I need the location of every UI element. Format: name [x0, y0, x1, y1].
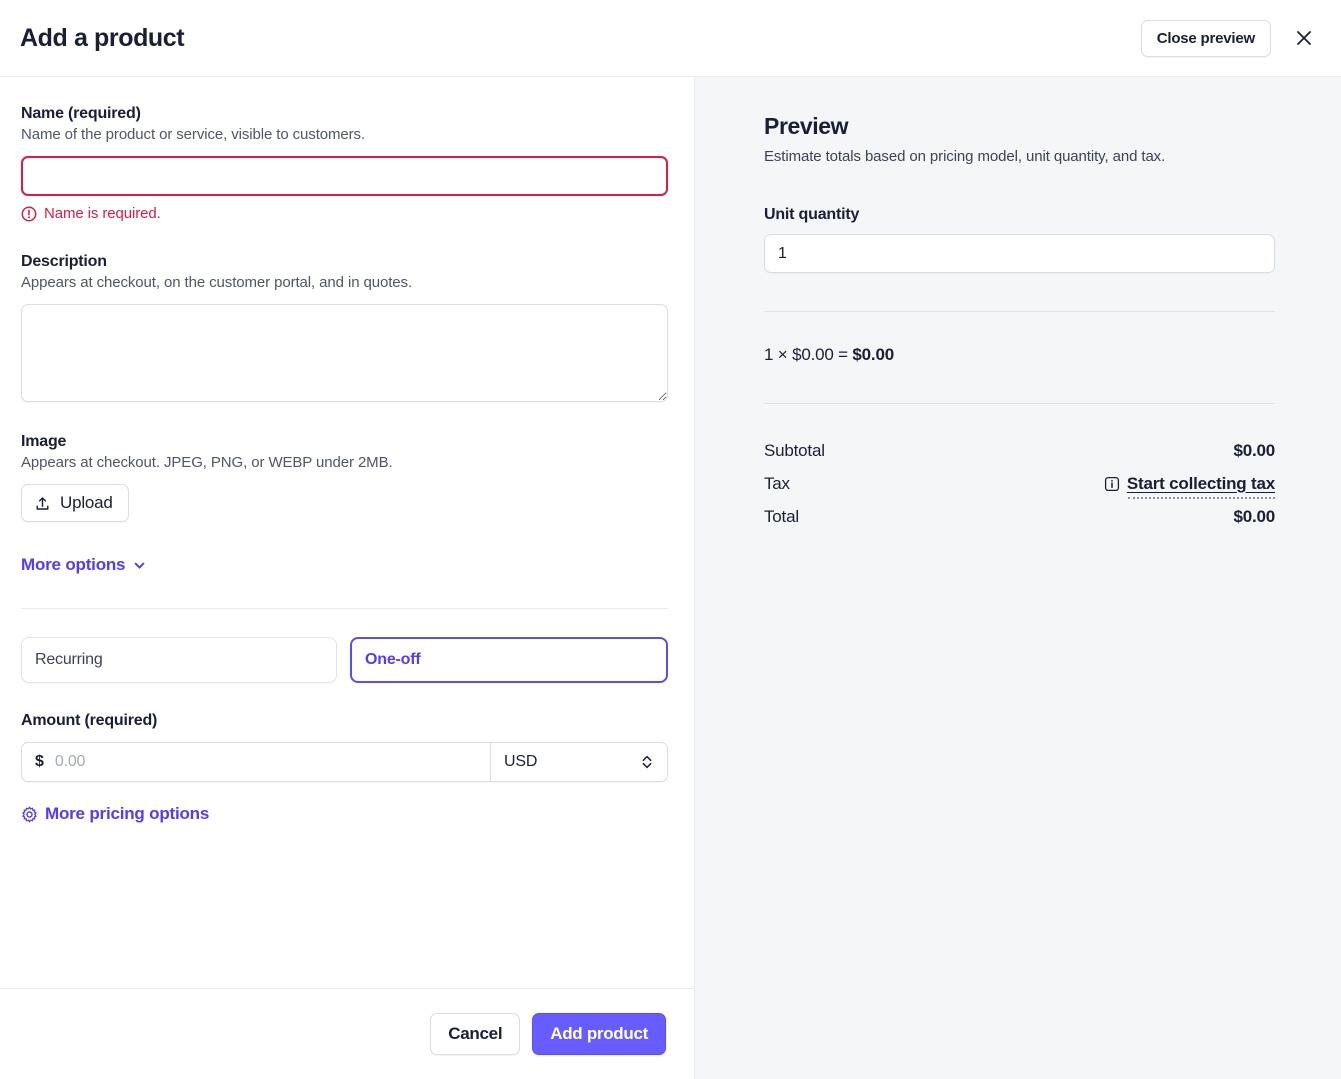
description-textarea[interactable]	[21, 304, 668, 402]
page-title: Add a product	[20, 24, 184, 53]
calc-times: ×	[778, 345, 788, 364]
error-icon	[21, 206, 37, 222]
more-options-label: More options	[21, 555, 125, 575]
amount-field-row: $ USD	[21, 742, 668, 782]
name-input[interactable]	[21, 156, 668, 196]
header-actions: Close preview	[1141, 20, 1319, 57]
description-hint: Appears at checkout, on the customer por…	[21, 274, 668, 291]
unit-quantity-input[interactable]	[764, 234, 1275, 273]
total-row-tax: Tax Start collecting tax	[764, 467, 1275, 500]
close-dialog-button[interactable]	[1289, 23, 1319, 53]
more-pricing-options-link[interactable]: More pricing options	[21, 804, 209, 824]
start-collecting-tax-link[interactable]: Start collecting tax	[1104, 474, 1275, 494]
description-field-group: Description Appears at checkout, on the …	[21, 253, 668, 402]
totals-list: Subtotal $0.00 Tax Start collect	[764, 434, 1275, 533]
section-divider	[21, 608, 668, 609]
add-product-button[interactable]: Add product	[532, 1013, 666, 1055]
calc-quantity: 1	[764, 345, 773, 364]
preview-panel: Preview Estimate totals based on pricing…	[695, 77, 1341, 1079]
total-label: Total	[764, 507, 799, 527]
preview-calculation: 1 × $0.00 = $0.00	[764, 345, 1275, 365]
name-error: Name is required.	[21, 205, 668, 222]
upload-button-label: Upload	[60, 493, 113, 513]
form-column: Name (required) Name of the product or s…	[0, 77, 695, 1079]
upload-icon	[34, 495, 51, 512]
tax-link-dotted-underline	[1128, 497, 1275, 499]
currency-symbol: $	[35, 753, 44, 771]
calc-unit-price: $0.00	[792, 345, 834, 364]
subtotal-value: $0.00	[1233, 441, 1275, 461]
name-error-text: Name is required.	[44, 205, 161, 222]
chevron-down-icon	[132, 558, 147, 573]
more-options-toggle[interactable]: More options	[21, 555, 147, 575]
dialog-header: Add a product Close preview	[0, 0, 1341, 77]
calc-result: $0.00	[852, 345, 894, 364]
name-label: Name (required)	[21, 105, 668, 123]
close-preview-button[interactable]: Close preview	[1141, 20, 1271, 57]
form-scroll-area: Name (required) Name of the product or s…	[0, 77, 694, 988]
name-hint: Name of the product or service, visible …	[21, 126, 668, 143]
image-label: Image	[21, 433, 668, 451]
description-label: Description	[21, 253, 668, 271]
preview-title: Preview	[764, 113, 1275, 140]
tax-link-label: Start collecting tax	[1127, 474, 1275, 494]
amount-label: Amount (required)	[21, 712, 668, 730]
add-product-dialog: Add a product Close preview Name (requir…	[0, 0, 1341, 1079]
chevron-up-down-icon	[640, 753, 654, 771]
more-pricing-options-label: More pricing options	[45, 804, 209, 824]
pricing-model-segmented-control: Recurring One-off	[21, 637, 668, 683]
calc-equals: =	[838, 345, 848, 364]
amount-input[interactable]	[53, 752, 477, 772]
dialog-body: Name (required) Name of the product or s…	[0, 77, 1341, 1079]
close-icon	[1294, 28, 1314, 48]
dialog-footer: Cancel Add product	[0, 988, 694, 1079]
currency-select[interactable]: USD	[490, 743, 667, 781]
pricing-model-one-off[interactable]: One-off	[350, 637, 668, 683]
total-row-subtotal: Subtotal $0.00	[764, 434, 1275, 467]
gear-icon	[21, 806, 38, 823]
total-value: $0.00	[1233, 507, 1275, 527]
image-field-group: Image Appears at checkout. JPEG, PNG, or…	[21, 433, 668, 522]
image-hint: Appears at checkout. JPEG, PNG, or WEBP …	[21, 454, 668, 471]
name-field-group: Name (required) Name of the product or s…	[21, 105, 668, 222]
preview-subtitle: Estimate totals based on pricing model, …	[764, 148, 1275, 165]
cancel-button[interactable]: Cancel	[430, 1013, 520, 1055]
subtotal-label: Subtotal	[764, 441, 825, 461]
pricing-model-recurring[interactable]: Recurring	[21, 637, 337, 683]
total-row-total: Total $0.00	[764, 500, 1275, 533]
tax-label: Tax	[764, 474, 790, 494]
currency-select-value: USD	[504, 753, 537, 771]
upload-button[interactable]: Upload	[21, 484, 129, 522]
preview-divider-bottom	[764, 403, 1275, 404]
info-icon	[1104, 476, 1120, 492]
preview-divider-top	[764, 311, 1275, 312]
unit-quantity-label: Unit quantity	[764, 206, 1275, 224]
